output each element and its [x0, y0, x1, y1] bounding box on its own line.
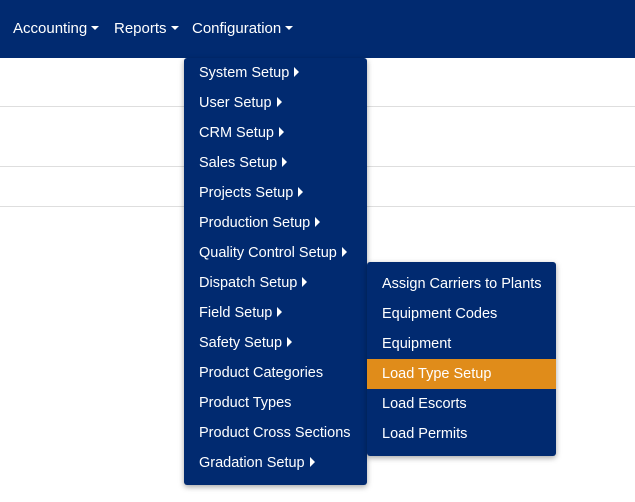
menu-item-label: Quality Control Setup	[199, 245, 337, 261]
menu-item-label: System Setup	[199, 65, 290, 81]
menu-item-dispatch-setup[interactable]: Dispatch Setup	[184, 268, 367, 298]
submenu-item-assign-carriers-to-plants[interactable]: Assign Carriers to Plants	[367, 269, 556, 299]
caret-down-icon	[91, 26, 100, 31]
nav-accounting[interactable]: Accounting	[13, 0, 100, 58]
nav-reports[interactable]: Reports	[114, 0, 179, 58]
caret-right-icon	[298, 187, 304, 198]
menu-item-quality-control-setup[interactable]: Quality Control Setup	[184, 238, 367, 268]
submenu-item-equipment-codes[interactable]: Equipment Codes	[367, 299, 556, 329]
caret-right-icon	[276, 97, 282, 108]
submenu-item-equipment[interactable]: Equipment	[367, 329, 556, 359]
menu-item-product-types[interactable]: Product Types	[184, 388, 367, 418]
menu-item-field-setup[interactable]: Field Setup	[184, 298, 367, 328]
menu-item-product-categories[interactable]: Product Categories	[184, 358, 367, 388]
submenu-item-label: Equipment	[382, 336, 452, 352]
submenu-item-label: Load Escorts	[382, 396, 467, 412]
menu-item-label: Product Cross Sections	[199, 425, 351, 441]
menu-item-label: Product Types	[199, 395, 292, 411]
menu-item-label: Sales Setup	[199, 155, 278, 171]
caret-down-icon	[170, 26, 179, 31]
caret-right-icon	[282, 157, 288, 168]
nav-reports-label: Reports	[114, 20, 167, 37]
submenu-item-load-escorts[interactable]: Load Escorts	[367, 389, 556, 419]
nav-accounting-label: Accounting	[13, 20, 88, 37]
caret-right-icon	[302, 277, 308, 288]
menu-item-label: CRM Setup	[199, 125, 274, 141]
menu-item-label: Production Setup	[199, 215, 311, 231]
menu-item-label: User Setup	[199, 95, 272, 111]
caret-right-icon	[278, 127, 284, 138]
menu-item-safety-setup[interactable]: Safety Setup	[184, 328, 367, 358]
menu-item-user-setup[interactable]: User Setup	[184, 88, 367, 118]
dispatch-setup-submenu: Assign Carriers to Plants Equipment Code…	[367, 262, 556, 456]
caret-right-icon	[309, 457, 315, 468]
menu-item-label: Safety Setup	[199, 335, 283, 351]
menu-item-projects-setup[interactable]: Projects Setup	[184, 178, 367, 208]
top-navbar: Accounting Reports Configuration	[0, 0, 635, 58]
caret-right-icon	[341, 247, 347, 258]
caret-right-icon	[277, 307, 283, 318]
menu-item-system-setup[interactable]: System Setup	[184, 58, 367, 88]
menu-item-label: Dispatch Setup	[199, 275, 298, 291]
nav-configuration-label: Configuration	[192, 20, 282, 37]
submenu-item-load-type-setup[interactable]: Load Type Setup	[367, 359, 556, 389]
menu-item-product-cross-sections[interactable]: Product Cross Sections	[184, 418, 367, 448]
caret-right-icon	[294, 67, 300, 78]
menu-item-gradation-setup[interactable]: Gradation Setup	[184, 448, 367, 478]
menu-item-label: Product Categories	[199, 365, 324, 381]
menu-item-sales-setup[interactable]: Sales Setup	[184, 148, 367, 178]
submenu-item-label: Assign Carriers to Plants	[382, 276, 542, 292]
submenu-item-load-permits[interactable]: Load Permits	[367, 419, 556, 449]
caret-right-icon	[287, 337, 293, 348]
submenu-item-label: Load Permits	[382, 426, 468, 442]
caret-right-icon	[315, 217, 321, 228]
menu-item-label: Gradation Setup	[199, 455, 305, 471]
menu-item-crm-setup[interactable]: CRM Setup	[184, 118, 367, 148]
configuration-dropdown-menu: System Setup User Setup CRM Setup Sales …	[184, 58, 367, 485]
caret-down-icon	[285, 26, 294, 31]
submenu-item-label: Equipment Codes	[382, 306, 498, 322]
menu-item-label: Projects Setup	[199, 185, 294, 201]
nav-configuration[interactable]: Configuration	[192, 0, 294, 58]
menu-item-label: Field Setup	[199, 305, 273, 321]
menu-item-production-setup[interactable]: Production Setup	[184, 208, 367, 238]
submenu-item-label: Load Type Setup	[382, 366, 492, 382]
